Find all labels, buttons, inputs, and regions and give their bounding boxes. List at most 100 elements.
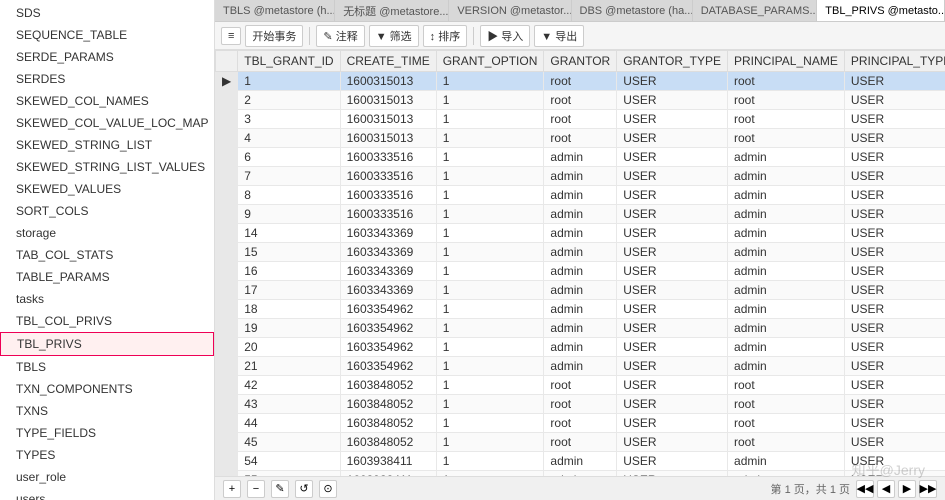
tab-version-@metastor...[interactable]: VERSION @metastor...✕ (449, 0, 571, 21)
sidebar-item-sds[interactable]: SDS (0, 2, 214, 24)
sidebar-item-storage[interactable]: storage (0, 222, 214, 244)
delete-row-btn[interactable]: − (247, 480, 265, 498)
sidebar-item-tasks[interactable]: tasks (0, 288, 214, 310)
next-page-btn[interactable]: ▶ (898, 480, 916, 498)
table-row[interactable]: 1716033433691adminUSERadminUSERDELETE104… (216, 281, 945, 300)
sidebar-item-tbl_col_privs[interactable]: TBL_COL_PRIVS (0, 310, 214, 332)
filter-btn[interactable]: ▼ 筛选 (369, 25, 419, 47)
menu-btn[interactable]: ≡ (221, 27, 241, 45)
table-row[interactable]: 1816033549621adminUSERadminUSERINSERT105… (216, 300, 945, 319)
table-row[interactable]: 4216038480521rootUSERrootUSERINSERT12151 (216, 376, 945, 395)
export-btn[interactable]: ▼ 导出 (534, 25, 584, 47)
table-row[interactable]: 4316038480521rootUSERrootUSERSELECT12151 (216, 395, 945, 414)
table-row[interactable]: 1616033433691adminUSERadminUSERUPDATE104… (216, 262, 945, 281)
table-row[interactable]: 2016033549621adminUSERadminUSERUPDATE105… (216, 338, 945, 357)
sidebar-item-sequence_table[interactable]: SEQUENCE_TABLE (0, 24, 214, 46)
tab-tbl_privs-@metasto...[interactable]: TBL_PRIVS @metasto...✕ (817, 0, 945, 21)
sidebar-item-tbl_privs[interactable]: TBL_PRIVS (0, 332, 214, 356)
table-cell: 4 (238, 129, 340, 148)
table-row[interactable]: 216003150131rootUSERrootUSERSELECT4331 (216, 91, 945, 110)
sidebar-item-type_fields[interactable]: TYPE_FIELDS (0, 422, 214, 444)
table-cell: USER (617, 433, 728, 452)
table-row[interactable]: 916003335161adminUSERadminUSERDELETE1044… (216, 205, 945, 224)
tab-database_params...[interactable]: DATABASE_PARAMS...✕ (693, 0, 818, 21)
sidebar-item-txn_components[interactable]: TXN_COMPONENTS (0, 378, 214, 400)
table-cell: 2 (238, 91, 340, 110)
settings-btn[interactable]: ⊙ (319, 480, 337, 498)
table-cell: USER (617, 376, 728, 395)
tab-无标题-@metastore...[interactable]: 无标题 @metastore...✕ (335, 0, 449, 21)
table-cell: USER (844, 357, 945, 376)
table-cell: 42 (238, 376, 340, 395)
table-row[interactable]: 4416038480521rootUSERrootUSERUPDATE12151 (216, 414, 945, 433)
table-row[interactable]: 416003150131rootUSERrootUSERDELETE4331 (216, 129, 945, 148)
tab-dbs-@metastore-(ha...[interactable]: DBS @metastore (ha...✕ (572, 0, 693, 21)
col-header-grant_option[interactable]: GRANT_OPTION (436, 51, 544, 72)
col-header-create_time[interactable]: CREATE_TIME (340, 51, 436, 72)
sidebar-item-txns[interactable]: TXNS (0, 400, 214, 422)
table-cell: 1 (436, 452, 544, 471)
comment-btn[interactable]: ✎ 注释 (316, 25, 364, 47)
sidebar-item-skewed_string_list[interactable]: SKEWED_STRING_LIST (0, 134, 214, 156)
table-row[interactable]: 4516038480521rootUSERrootUSERDELETE12151 (216, 433, 945, 452)
sidebar-item-users[interactable]: users (0, 488, 214, 500)
table-cell: admin (728, 262, 845, 281)
table-cell: 1 (436, 167, 544, 186)
sidebar-item-sort_cols[interactable]: SORT_COLS (0, 200, 214, 222)
table-cell: 1600333516 (340, 148, 436, 167)
table-cell: 1603343369 (340, 224, 436, 243)
col-header-grantor_type[interactable]: GRANTOR_TYPE (617, 51, 728, 72)
table-cell: 15 (238, 243, 340, 262)
sidebar-item-tab_col_stats[interactable]: TAB_COL_STATS (0, 244, 214, 266)
table-cell: 8 (238, 186, 340, 205)
col-header-principal_name[interactable]: PRINCIPAL_NAME (728, 51, 845, 72)
sidebar-item-skewed_values[interactable]: SKEWED_VALUES (0, 178, 214, 200)
table-row[interactable]: 816003335161adminUSERadminUSERUPDATE1044… (216, 186, 945, 205)
page-navigation: ◀◀◀▶▶▶ (856, 480, 937, 498)
table-row[interactable]: 616003335161adminUSERadminUSERINSERT1044… (216, 148, 945, 167)
sidebar-item-serdes[interactable]: SERDES (0, 68, 214, 90)
table-row[interactable]: 716003335161adminUSERadminUSERSELECT1044… (216, 167, 945, 186)
table-row[interactable]: 2116033549621adminUSERadminUSERDELETE105… (216, 357, 945, 376)
main-content: TBLS @metastore (h...✕无标题 @metastore...✕… (215, 0, 945, 500)
table-cell: 1603848052 (340, 376, 436, 395)
col-header-grantor[interactable]: GRANTOR (544, 51, 617, 72)
col-header-principal_type[interactable]: PRINCIPAL_TYPE (844, 51, 945, 72)
refresh-btn[interactable]: ↺ (295, 480, 313, 498)
first-page-btn[interactable]: ◀◀ (856, 480, 874, 498)
import-btn[interactable]: ▶ 导入 (480, 25, 530, 47)
table-cell: 1603354962 (340, 357, 436, 376)
sidebar-item-user_role[interactable]: user_role (0, 466, 214, 488)
table-row[interactable]: 1516033433691adminUSERadminUSERSELECT104… (216, 243, 945, 262)
table-cell: 1 (436, 148, 544, 167)
table-container[interactable]: TBL_GRANT_IDCREATE_TIMEGRANT_OPTIONGRANT… (215, 50, 945, 476)
sort-btn[interactable]: ↕ 排序 (423, 25, 468, 47)
add-row-btn[interactable]: + (223, 480, 241, 498)
row-indicator: ▶ (216, 72, 238, 91)
sidebar-item-skewed_col_value_loc_map[interactable]: SKEWED_COL_VALUE_LOC_MAP (0, 112, 214, 134)
table-cell: 1603343369 (340, 262, 436, 281)
sidebar-item-tbls[interactable]: TBLS (0, 356, 214, 378)
prev-page-btn[interactable]: ◀ (877, 480, 895, 498)
sidebar-item-types[interactable]: TYPES (0, 444, 214, 466)
col-header-tbl_grant_id[interactable]: TBL_GRANT_ID (238, 51, 340, 72)
table-row[interactable]: 5416039384111adminUSERadminUSERINSERT124… (216, 452, 945, 471)
edit-row-btn[interactable]: ✎ (271, 480, 289, 498)
sidebar-item-serde_params[interactable]: SERDE_PARAMS (0, 46, 214, 68)
sidebar-item-skewed_col_names[interactable]: SKEWED_COL_NAMES (0, 90, 214, 112)
table-cell: USER (617, 148, 728, 167)
last-page-btn[interactable]: ▶▶ (919, 480, 937, 498)
sidebar-item-skewed_string_list_values[interactable]: SKEWED_STRING_LIST_VALUES (0, 156, 214, 178)
tab-tbls-@metastore-(h...[interactable]: TBLS @metastore (h...✕ (215, 0, 335, 21)
table-row[interactable]: ▶116003150131rootUSERrootUSERINSERT4331 (216, 72, 945, 91)
table-cell: USER (844, 262, 945, 281)
table-cell: admin (544, 300, 617, 319)
table-row[interactable]: 1416033433691adminUSERadminUSERINSERT104… (216, 224, 945, 243)
sidebar-item-table_params[interactable]: TABLE_PARAMS (0, 266, 214, 288)
tabs-bar: TBLS @metastore (h...✕无标题 @metastore...✕… (215, 0, 945, 22)
row-indicator (216, 376, 238, 395)
table-cell: USER (844, 110, 945, 129)
table-row[interactable]: 316003150131rootUSERrootUSERUPDATE4331 (216, 110, 945, 129)
begin-transaction-btn[interactable]: 开始事务 (245, 25, 303, 47)
table-row[interactable]: 1916033549621adminUSERadminUSERSELECT105… (216, 319, 945, 338)
